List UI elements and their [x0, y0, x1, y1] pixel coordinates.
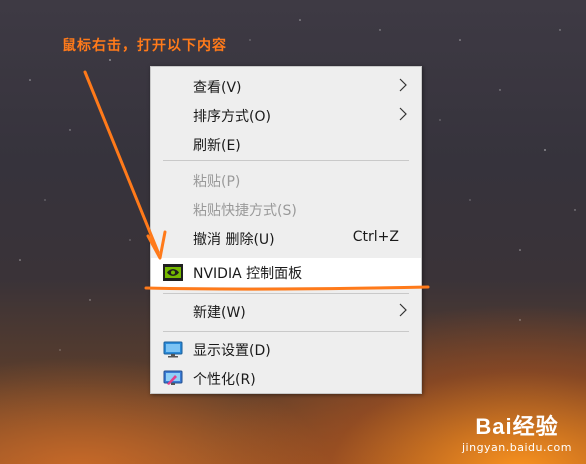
menu-separator [163, 331, 409, 332]
menu-item-label: 粘贴快捷方式(S) [193, 203, 297, 219]
menu-item-refresh[interactable]: 刷新(E) [151, 130, 421, 159]
menu-item-nvidia-control-panel[interactable]: NVIDIA 控制面板 [151, 258, 421, 287]
chevron-right-icon [399, 303, 407, 317]
menu-item-shortcut: Ctrl+Z [352, 229, 399, 245]
menu-item-view[interactable]: 查看(V) [151, 72, 421, 101]
menu-item-paste-shortcut[interactable]: 粘贴快捷方式(S) [151, 195, 421, 224]
chevron-right-icon [399, 107, 407, 121]
menu-item-personalize[interactable]: 个性化(R) [151, 364, 421, 393]
menu-item-label: 粘贴(P) [193, 174, 241, 190]
menu-item-label: 排序方式(O) [193, 109, 271, 125]
nvidia-icon [163, 264, 183, 281]
annotation-arrow-line [83, 70, 160, 254]
menu-item-label: 刷新(E) [193, 138, 241, 154]
menu-item-label: 新建(W) [193, 305, 246, 321]
baidu-jingyan-watermark: Bai经验 jingyan.baidu.com [462, 409, 572, 454]
watermark-brand: Bai经验 [475, 414, 559, 439]
annotation-text: 鼠标右击，打开以下内容 [62, 38, 227, 54]
chevron-right-icon [399, 78, 407, 92]
personalize-icon [163, 370, 183, 385]
context-menu: 查看(V) 排序方式(O) 刷新(E) 粘贴(P) 粘贴快捷方式(S) 撤消 删… [150, 66, 422, 394]
menu-separator [163, 293, 409, 294]
menu-item-label: 个性化(R) [193, 372, 256, 388]
display-settings-icon [163, 341, 183, 358]
menu-item-new[interactable]: 新建(W) [151, 297, 421, 326]
menu-item-sort-by[interactable]: 排序方式(O) [151, 101, 421, 130]
menu-item-label: 撤消 删除(U) [193, 232, 275, 248]
watermark-url: jingyan.baidu.com [461, 441, 572, 454]
menu-item-label: 查看(V) [193, 80, 242, 96]
menu-item-paste[interactable]: 粘贴(P) [151, 166, 421, 195]
menu-item-label: NVIDIA 控制面板 [193, 266, 303, 282]
menu-separator [163, 160, 409, 161]
menu-item-label: 显示设置(D) [193, 343, 271, 359]
menu-item-display-settings[interactable]: 显示设置(D) [151, 335, 421, 364]
menu-item-undo-delete[interactable]: 撤消 删除(U) Ctrl+Z [151, 224, 421, 253]
